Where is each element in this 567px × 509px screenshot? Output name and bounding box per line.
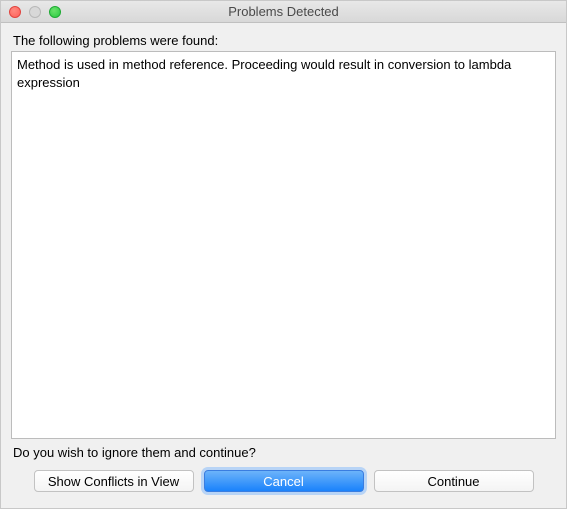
- button-row: Show Conflicts in View Cancel Continue: [11, 470, 556, 498]
- minimize-icon: [29, 6, 41, 18]
- titlebar: Problems Detected: [1, 1, 566, 23]
- continue-button[interactable]: Continue: [374, 470, 534, 492]
- window-title: Problems Detected: [1, 4, 566, 19]
- zoom-icon[interactable]: [49, 6, 61, 18]
- problems-heading: The following problems were found:: [13, 33, 556, 48]
- show-conflicts-button[interactable]: Show Conflicts in View: [34, 470, 194, 492]
- problem-item: Method is used in method reference. Proc…: [17, 56, 550, 91]
- close-icon[interactable]: [9, 6, 21, 18]
- traffic-lights: [9, 6, 61, 18]
- dialog-window: Problems Detected The following problems…: [0, 0, 567, 509]
- cancel-button[interactable]: Cancel: [204, 470, 364, 492]
- problems-list[interactable]: Method is used in method reference. Proc…: [11, 51, 556, 439]
- dialog-content: The following problems were found: Metho…: [1, 23, 566, 508]
- confirmation-prompt: Do you wish to ignore them and continue?: [13, 445, 556, 460]
